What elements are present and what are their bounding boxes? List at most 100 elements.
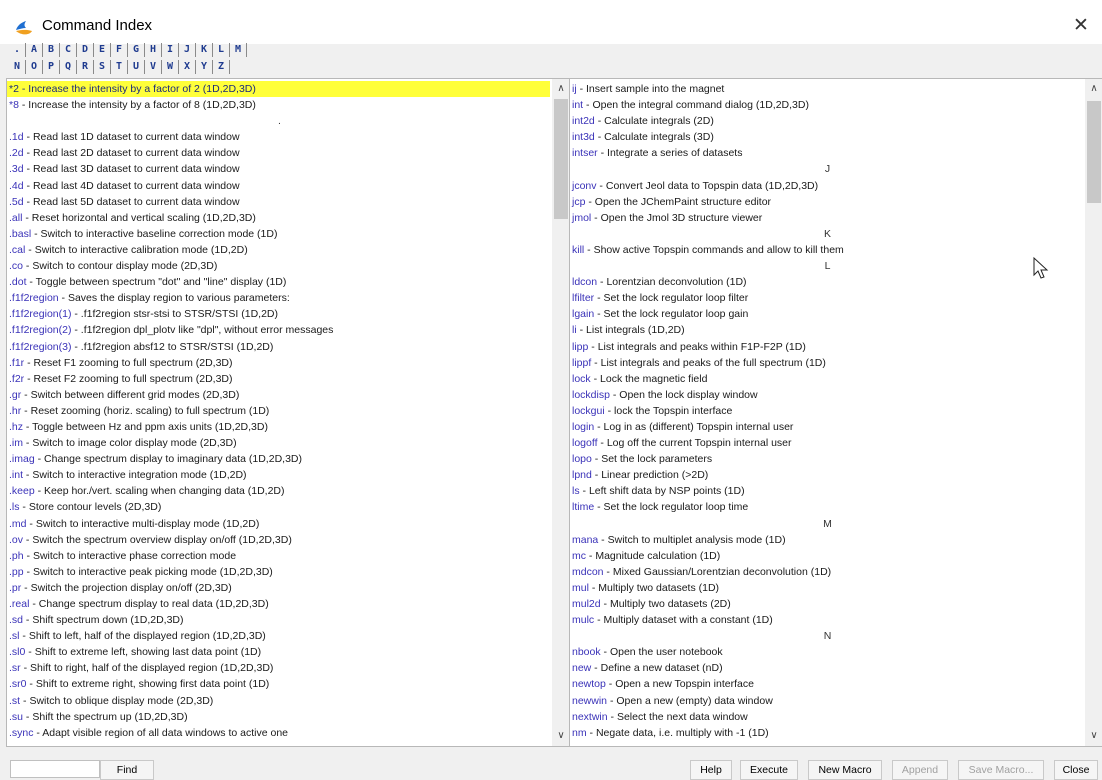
command-list-item[interactable]: lippf - List integrals and peaks of the … bbox=[570, 355, 1083, 371]
command-list-item[interactable]: .sd - Shift spectrum down (1D,2D,3D) bbox=[7, 612, 550, 628]
command-name[interactable]: int bbox=[572, 99, 583, 111]
command-name[interactable]: .sl bbox=[9, 630, 20, 642]
command-list-item[interactable]: .md - Switch to interactive multi-displa… bbox=[7, 516, 550, 532]
command-name[interactable]: kill bbox=[572, 244, 584, 256]
command-name[interactable]: newtop bbox=[572, 678, 606, 690]
letter-index-n[interactable]: N bbox=[9, 60, 26, 74]
command-name[interactable]: .f1f2region(1) bbox=[9, 308, 71, 320]
command-list-item[interactable]: ls - Left shift data by NSP points (1D) bbox=[570, 483, 1083, 499]
command-list-item[interactable]: mana - Switch to multiplet analysis mode… bbox=[570, 532, 1083, 548]
left-scrollbar[interactable]: ∧ ∨ bbox=[552, 79, 570, 746]
command-name[interactable]: .ov bbox=[9, 534, 23, 546]
command-name[interactable]: .sd bbox=[9, 614, 23, 626]
command-list-item[interactable]: mul2d - Multiply two datasets (2D) bbox=[570, 596, 1083, 612]
command-name[interactable]: jconv bbox=[572, 180, 597, 192]
letter-index-m[interactable]: M bbox=[230, 43, 247, 57]
command-name[interactable]: .dot bbox=[9, 276, 27, 288]
command-name[interactable]: lopo bbox=[572, 453, 592, 465]
command-name[interactable]: .co bbox=[9, 260, 23, 272]
command-name[interactable]: lpnd bbox=[572, 469, 592, 481]
save-macro-button[interactable]: Save Macro... bbox=[958, 760, 1044, 780]
command-list-item[interactable]: .im - Switch to image color display mode… bbox=[7, 435, 550, 451]
command-list-item[interactable]: nm - Negate data, i.e. multiply with -1 … bbox=[570, 725, 1083, 741]
letter-index-q[interactable]: Q bbox=[60, 60, 77, 74]
letter-index-dot[interactable]: . bbox=[9, 43, 26, 57]
command-name[interactable]: .sr bbox=[9, 662, 21, 674]
command-list-item[interactable]: .pr - Switch the projection display on/o… bbox=[7, 580, 550, 596]
close-icon[interactable]: ✕ bbox=[1069, 14, 1093, 38]
command-list-item[interactable]: intser - Integrate a series of datasets bbox=[570, 145, 1083, 161]
help-button[interactable]: Help bbox=[690, 760, 732, 780]
command-list-item[interactable]: .cal - Switch to interactive calibration… bbox=[7, 242, 550, 258]
command-name[interactable]: .keep bbox=[9, 485, 35, 497]
command-name[interactable]: ls bbox=[572, 485, 580, 497]
letter-index-x[interactable]: X bbox=[179, 60, 196, 74]
command-name[interactable]: ldcon bbox=[572, 276, 597, 288]
command-name[interactable]: jcp bbox=[572, 196, 585, 208]
command-list-item[interactable]: jmol - Open the Jmol 3D structure viewer bbox=[570, 210, 1083, 226]
command-list-item[interactable]: lipp - List integrals and peaks within F… bbox=[570, 339, 1083, 355]
letter-index-e[interactable]: E bbox=[94, 43, 111, 57]
command-list-item[interactable]: .int - Switch to interactive integration… bbox=[7, 467, 550, 483]
command-name[interactable]: intser bbox=[572, 147, 598, 159]
command-name[interactable]: .f1f2region(2) bbox=[9, 324, 71, 336]
command-name[interactable]: .ls bbox=[9, 501, 20, 513]
command-name[interactable]: .hz bbox=[9, 421, 23, 433]
command-name[interactable]: .sr0 bbox=[9, 678, 27, 690]
scroll-up-icon[interactable]: ∧ bbox=[552, 81, 570, 97]
command-name[interactable]: .sync bbox=[9, 727, 34, 739]
letter-index-v[interactable]: V bbox=[145, 60, 162, 74]
left-scrollbar-thumb[interactable] bbox=[554, 99, 568, 219]
command-list-item[interactable]: .dot - Toggle between spectrum "dot" and… bbox=[7, 274, 550, 290]
command-name[interactable]: login bbox=[572, 421, 594, 433]
find-input[interactable] bbox=[10, 760, 100, 778]
command-name[interactable]: new bbox=[572, 662, 591, 674]
command-name[interactable]: .imag bbox=[9, 453, 35, 465]
command-list-item[interactable]: .3d - Read last 3D dataset to current da… bbox=[7, 161, 550, 177]
command-name[interactable]: .3d bbox=[9, 163, 24, 175]
letter-index-y[interactable]: Y bbox=[196, 60, 213, 74]
command-name[interactable]: .pr bbox=[9, 582, 21, 594]
command-name[interactable]: .real bbox=[9, 598, 29, 610]
command-list-item[interactable]: lpnd - Linear prediction (>2D) bbox=[570, 467, 1083, 483]
command-name[interactable]: jmol bbox=[572, 212, 591, 224]
letter-index-f[interactable]: F bbox=[111, 43, 128, 57]
command-list-item[interactable]: ldcon - Lorentzian deconvolution (1D) bbox=[570, 274, 1083, 290]
command-name[interactable]: .f1f2region bbox=[9, 292, 59, 304]
command-name[interactable]: .gr bbox=[9, 389, 21, 401]
command-name[interactable]: int3d bbox=[572, 131, 595, 143]
command-name[interactable]: nextwin bbox=[572, 711, 608, 723]
command-list-item[interactable]: jconv - Convert Jeol data to Topspin dat… bbox=[570, 178, 1083, 194]
command-list-item[interactable]: lfilter - Set the lock regulator loop fi… bbox=[570, 290, 1083, 306]
command-name[interactable]: int2d bbox=[572, 115, 595, 127]
command-list-item[interactable]: ltime - Set the lock regulator loop time bbox=[570, 499, 1083, 515]
command-list-item[interactable]: .sl - Shift to left, half of the display… bbox=[7, 628, 550, 644]
command-list-item[interactable]: *8 - Increase the intensity by a factor … bbox=[7, 97, 550, 113]
command-list-item[interactable]: new - Define a new dataset (nD) bbox=[570, 660, 1083, 676]
new-macro-button[interactable]: New Macro bbox=[808, 760, 882, 780]
command-list-item[interactable]: ij - Insert sample into the magnet bbox=[570, 81, 1083, 97]
letter-index-d[interactable]: D bbox=[77, 43, 94, 57]
command-list-item[interactable]: mdcon - Mixed Gaussian/Lorentzian deconv… bbox=[570, 564, 1083, 580]
command-list-item[interactable]: int3d - Calculate integrals (3D) bbox=[570, 129, 1083, 145]
append-button[interactable]: Append bbox=[892, 760, 948, 780]
command-list-item[interactable]: .st - Switch to oblique display mode (2D… bbox=[7, 693, 550, 709]
command-list-item[interactable]: .su - Shift the spectrum up (1D,2D,3D) bbox=[7, 709, 550, 725]
letter-index-w[interactable]: W bbox=[162, 60, 179, 74]
command-list-item[interactable]: lopo - Set the lock parameters bbox=[570, 451, 1083, 467]
right-scrollbar[interactable]: ∧ ∨ bbox=[1085, 79, 1102, 746]
command-list-item[interactable]: .f1f2region(3) - .f1f2region absf12 to S… bbox=[7, 339, 550, 355]
command-name[interactable]: .f1f2region(3) bbox=[9, 341, 71, 353]
command-name[interactable]: newwin bbox=[572, 695, 607, 707]
command-list-item[interactable]: .5d - Read last 5D dataset to current da… bbox=[7, 194, 550, 210]
command-list-item[interactable]: int - Open the integral command dialog (… bbox=[570, 97, 1083, 113]
command-list-left[interactable]: *2 - Increase the intensity by a factor … bbox=[6, 78, 571, 747]
command-name[interactable]: .1d bbox=[9, 131, 24, 143]
letter-index-z[interactable]: Z bbox=[213, 60, 230, 74]
command-name[interactable]: .5d bbox=[9, 196, 24, 208]
letter-index-i[interactable]: I bbox=[162, 43, 179, 57]
command-name[interactable]: .su bbox=[9, 711, 23, 723]
command-list-item[interactable]: .keep - Keep hor./vert. scaling when cha… bbox=[7, 483, 550, 499]
command-list-item[interactable]: .ov - Switch the spectrum overview displ… bbox=[7, 532, 550, 548]
command-name[interactable]: mana bbox=[572, 534, 598, 546]
